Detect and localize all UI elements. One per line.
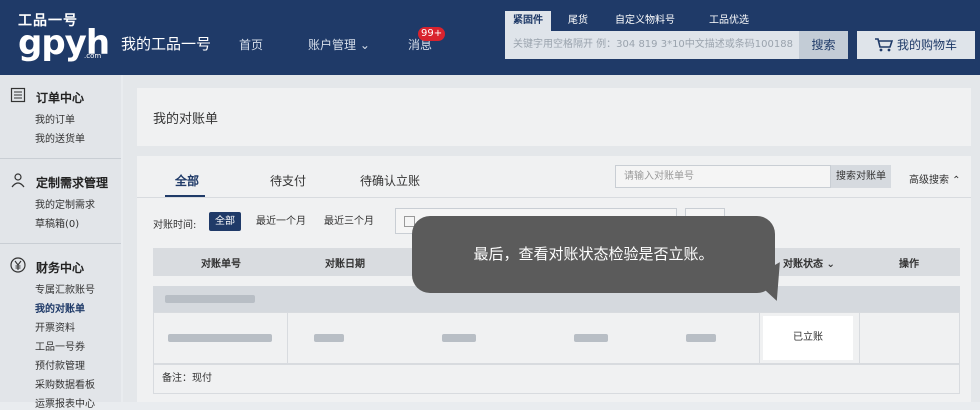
logo-sub-text: .com xyxy=(84,52,102,60)
search-tab-fasteners[interactable]: 紧固件 xyxy=(505,11,551,31)
sidebar-item-drafts[interactable]: 草稿箱(0) xyxy=(35,215,79,230)
redacted-date xyxy=(314,334,344,342)
column-statement-status[interactable]: 对账状态 ⌄ xyxy=(783,255,835,270)
time-filter-label: 对账时间: xyxy=(153,220,197,231)
page-title-card: 我的对账单 xyxy=(137,88,971,146)
yen-icon xyxy=(10,257,26,273)
redacted-statement-number xyxy=(168,334,272,342)
tab-all[interactable]: 全部 xyxy=(175,172,199,189)
status-badge: 已立账 xyxy=(763,316,853,360)
redacted-amount xyxy=(442,334,476,342)
sidebar-item-invoice-info[interactable]: 开票资料 xyxy=(35,319,75,334)
cell-divider xyxy=(287,313,288,363)
tabs-divider xyxy=(137,197,971,198)
time-filter-all[interactable]: 全部 xyxy=(209,212,241,231)
column-statement-date: 对账日期 xyxy=(325,259,365,270)
sidebar-item-prepayment[interactable]: 预付款管理 xyxy=(35,357,85,372)
sidebar-divider xyxy=(0,158,121,159)
time-filter-1-month[interactable]: 最近一个月 xyxy=(250,212,312,231)
sidebar-item-purchase-dashboard[interactable]: 采购数据看板 xyxy=(35,376,95,391)
site-logo[interactable]: 工品一号 gpyh .com xyxy=(18,10,110,62)
cell-divider xyxy=(759,313,760,363)
cart-label: 我的购物车 xyxy=(897,38,958,52)
advanced-search-toggle[interactable]: 高级搜索 ⌃ xyxy=(909,171,961,186)
cart-button[interactable]: 我的购物车 xyxy=(857,31,975,59)
sidebar-item-my-custom[interactable]: 我的定制需求 xyxy=(35,196,95,211)
sidebar-title-orders: 订单中心 xyxy=(36,91,85,105)
sidebar-title-custom: 定制需求管理 xyxy=(36,176,109,190)
list-icon xyxy=(10,87,26,103)
nav-home[interactable]: 首页 xyxy=(239,36,263,53)
sidebar-item-delivery[interactable]: 我的送货单 xyxy=(35,130,85,145)
tab-pending-confirm[interactable]: 待确认立账 xyxy=(360,172,420,189)
sidebar-divider xyxy=(0,243,121,244)
row-note: 备注：现付 xyxy=(153,364,960,394)
search-button[interactable]: 搜索 xyxy=(799,31,848,59)
time-filter-3-months[interactable]: 最近三个月 xyxy=(318,212,380,231)
sidebar-item-coupons[interactable]: 工品一号券 xyxy=(35,338,85,353)
search-tabs: 紧固件 尾货 自定义物料号 工品优选 xyxy=(505,11,848,31)
top-header: 工品一号 gpyh .com 我的工品一号 首页 账户管理 ⌄ 消息 99+ 紧… xyxy=(0,0,980,75)
sidebar-item-statements[interactable]: 我的对账单 xyxy=(35,300,85,315)
cell-divider xyxy=(859,313,860,363)
search-tab-select[interactable]: 工品优选 xyxy=(701,11,757,31)
cart-icon xyxy=(875,38,893,52)
site-name[interactable]: 我的工品一号 xyxy=(121,33,211,54)
column-statement-number: 对账单号 xyxy=(201,259,241,270)
sidebar-title-finance: 财务中心 xyxy=(36,261,85,275)
redacted-text xyxy=(165,295,255,303)
statement-number-input[interactable]: 请输入对账单号 xyxy=(615,165,831,188)
search-statement-button[interactable]: 搜索对账单 xyxy=(831,165,891,188)
search-tab-custom-part[interactable]: 自定义物料号 xyxy=(607,11,683,31)
sidebar-item-report-center[interactable]: 运票报表中心 xyxy=(35,395,95,410)
sidebar: 订单中心 我的订单 我的送货单 定制需求管理 我的定制需求 草稿箱(0) 财务中… xyxy=(0,75,121,410)
sidebar-item-remit-account[interactable]: 专属汇款账号 xyxy=(35,281,95,296)
tab-pending-payment[interactable]: 待支付 xyxy=(270,172,306,189)
guide-tooltip: 最后，查看对账状态检验是否立账。 xyxy=(412,216,775,293)
nav-account[interactable]: 账户管理 ⌄ xyxy=(308,36,370,53)
message-badge: 99+ xyxy=(418,27,446,41)
column-actions: 操作 xyxy=(899,259,919,270)
redacted-amount xyxy=(574,334,608,342)
sidebar-item-my-orders[interactable]: 我的订单 xyxy=(35,111,75,126)
person-icon xyxy=(11,173,25,188)
search-input[interactable]: 关键字用空格隔开 例：304 819 3*10中文描述或条码100188 xyxy=(505,31,799,59)
page-title: 我的对账单 xyxy=(153,112,219,127)
search-tab-surplus[interactable]: 尾货 xyxy=(560,11,596,31)
redacted-amount xyxy=(686,334,716,342)
